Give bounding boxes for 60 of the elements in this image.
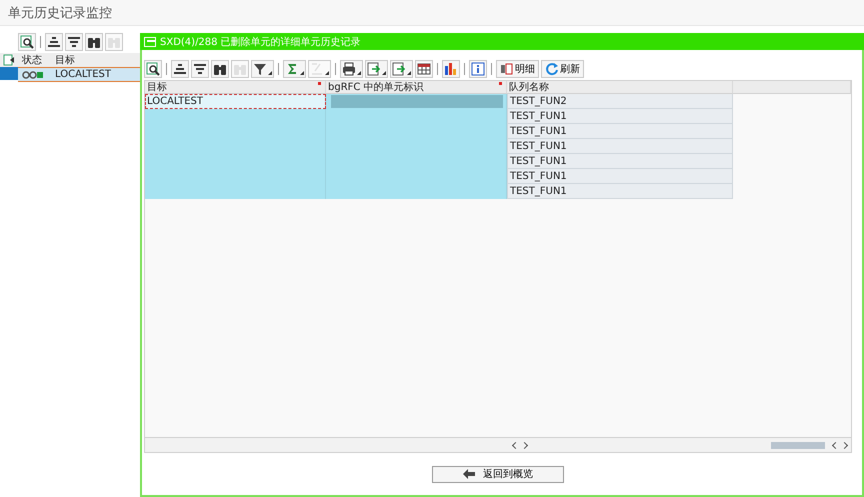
magnifier-button[interactable] (144, 60, 162, 78)
sort-descending-icon (193, 62, 207, 76)
binoculars-plus-icon (107, 35, 121, 49)
binoculars-button[interactable] (85, 33, 103, 51)
dialog-title: SXD(4)/288 已删除单元的详细单元历史记录 (160, 36, 361, 48)
column-header[interactable]: 目标 (52, 53, 75, 67)
details-button[interactable]: 明细 (496, 60, 539, 78)
column-header[interactable]: 状态 (18, 53, 52, 67)
refresh-icon (545, 62, 559, 76)
binoculars-icon (87, 35, 101, 49)
printer-icon (342, 62, 356, 76)
sigma-icon (285, 62, 299, 76)
filter-icon (253, 62, 267, 76)
sort-ascending-icon (47, 35, 61, 49)
export-icon (367, 62, 381, 76)
table-cell: LOCALTEST (145, 94, 326, 109)
export-icon (392, 62, 406, 76)
sigma-button[interactable] (283, 60, 306, 78)
export-button[interactable] (390, 60, 413, 78)
table-cell: TEST_FUN1 (507, 169, 733, 184)
sort-ascending-button[interactable] (45, 33, 63, 51)
info-icon (471, 62, 485, 76)
table-cell: TEST_FUN1 (507, 124, 733, 139)
binoculars-icon (213, 62, 227, 76)
table-cell: TEST_FUN1 (507, 139, 733, 154)
back-to-overview-button[interactable]: 返回到概览 (432, 466, 564, 482)
magnifier-button[interactable] (18, 33, 36, 51)
scroll-thumb[interactable] (771, 442, 825, 448)
info-button[interactable] (469, 60, 487, 78)
filter-button[interactable] (251, 60, 274, 78)
table-cell: TEST_FUN1 (507, 154, 733, 169)
table-row[interactable]: LOCALTEST (18, 68, 140, 82)
sort-ascending-icon (173, 62, 187, 76)
status-light-icon (22, 70, 44, 78)
table-cell: TEST_FUN1 (507, 184, 733, 199)
magnifier-icon (20, 35, 34, 49)
sort-ascending-button[interactable] (171, 60, 189, 78)
sort-descending-icon (67, 35, 81, 49)
binoculars-button[interactable] (211, 60, 229, 78)
sort-descending-button[interactable] (191, 60, 209, 78)
table-icon (417, 62, 431, 76)
bar-chart-button[interactable] (442, 60, 460, 78)
table-button[interactable] (415, 60, 433, 78)
refresh-button[interactable]: 刷新 (541, 60, 584, 78)
binoculars-plus-icon (233, 62, 247, 76)
detail-view-icon (500, 63, 514, 75)
horizontal-scrollbar[interactable] (145, 437, 851, 452)
window-icon (144, 36, 156, 46)
table-cell-text: LOCALTEST (54, 69, 111, 80)
layout-icon[interactable] (3, 54, 15, 66)
export-button[interactable] (365, 60, 388, 78)
printer-button[interactable] (340, 60, 363, 78)
left-arrow-icon (463, 469, 475, 479)
subtotal-icon (310, 62, 324, 76)
window-title: 单元历史记录监控 (8, 4, 112, 22)
bar-chart-icon (444, 62, 458, 76)
magnifier-icon (146, 62, 160, 76)
sort-descending-button[interactable] (65, 33, 83, 51)
table-cell: TEST_FUN2 (507, 94, 733, 109)
table-cell: TEST_FUN1 (507, 109, 733, 124)
